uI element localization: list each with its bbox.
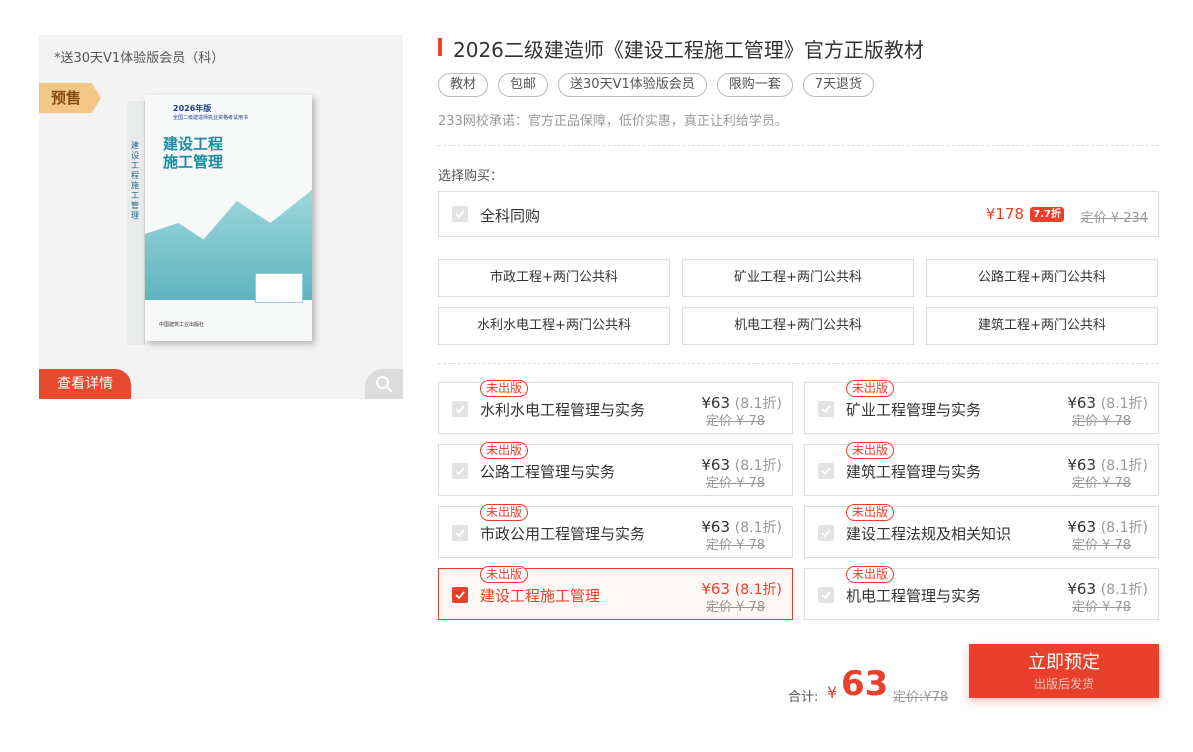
combo-option[interactable]: 公路工程+两门公共科 (926, 259, 1158, 297)
unpublished-badge: 未出版 (846, 442, 895, 459)
view-details-button[interactable]: 查看详情 (39, 369, 131, 399)
book-year: 2026年版 (173, 104, 212, 113)
subject-option[interactable]: 未出版 建设工程法规及相关知识 ¥63 (8.1折) 定价 ¥ 78 (804, 504, 1159, 558)
check-icon (455, 591, 465, 600)
book-title-line2: 施工管理 (163, 153, 224, 171)
combo-option[interactable]: 市政工程+两门公共科 (438, 259, 670, 297)
total-currency: ¥ (827, 683, 838, 702)
promo-note: *送30天V1体验版会员（科） (54, 51, 225, 66)
subject-option-selected[interactable]: 未出版 建设工程施工管理 ¥63 (8.1折) 定价 ¥ 78 (438, 566, 793, 620)
subject-option[interactable]: 未出版 市政公用工程管理与实务 ¥63 (8.1折) 定价 ¥ 78 (438, 504, 793, 558)
combo-option[interactable]: 建筑工程+两门公共科 (926, 307, 1158, 345)
book-title-line1: 建设工程 (163, 135, 224, 153)
title-accent-bar (438, 38, 442, 56)
product-image-panel: *送30天V1体验版会员（科） 预售 建设工程施工管理 2026年版 全国二级建… (39, 35, 403, 399)
tag: 7天退货 (802, 73, 875, 97)
full-set-option[interactable]: 全科同购 ¥178 7.7折 定价 ¥ 234 (438, 191, 1159, 237)
tag: 限购一套 (716, 73, 793, 97)
full-set-discount-badge: 7.7折 (1030, 207, 1064, 222)
book-title: 建设工程 施工管理 (163, 135, 223, 171)
tag: 包邮 (498, 73, 549, 97)
divider (438, 145, 1159, 146)
book-spine-text: 建设工程施工管理 (131, 141, 139, 220)
total-price: 63 (841, 664, 889, 704)
subject-name: 建设工程法规及相关知识 (846, 525, 1012, 543)
subject-options: 未出版 水利水电工程管理与实务 ¥63 (8.1折) 定价 ¥ 78 未出版 矿… (438, 380, 1159, 620)
unpublished-badge: 未出版 (480, 504, 529, 521)
book-publisher: 中国建筑工业出版社 (159, 322, 205, 328)
subject-name: 水利水电工程管理与实务 (480, 401, 646, 419)
full-set-original-price: 定价 ¥ 234 (1080, 211, 1148, 226)
unpublished-badge: 未出版 (480, 380, 529, 397)
subject-name: 建设工程施工管理 (480, 587, 601, 605)
tag: 送30天V1体验版会员 (558, 73, 707, 97)
promise-text: 233网校承诺：官方正品保障，低价实惠，真正让利给学员。 (438, 114, 788, 129)
subject-original-price: 定价 ¥ 78 (1072, 414, 1132, 429)
subject-name: 市政公用工程管理与实务 (480, 525, 646, 543)
zoom-button[interactable] (365, 369, 403, 399)
book-front-cover: 2026年版 全国二级建造师执业资格考试用书 建设工程 施工管理 中国建筑工业出… (145, 95, 312, 341)
subject-checkbox[interactable] (452, 401, 468, 417)
subject-original-price: 定价 ¥ 78 (706, 600, 766, 615)
total-original-price: 定价:¥78 (893, 690, 949, 705)
subject-option[interactable]: 未出版 公路工程管理与实务 ¥63 (8.1折) 定价 ¥ 78 (438, 442, 793, 496)
product-tags: 教材 包邮 送30天V1体验版会员 限购一套 7天退货 (438, 73, 875, 97)
subject-checkbox-checked[interactable] (452, 587, 468, 603)
book-series: 全国二级建造师执业资格考试用书 (173, 115, 249, 121)
check-icon (821, 529, 831, 538)
subject-original-price: 定价 ¥ 78 (1072, 600, 1132, 615)
check-icon (821, 405, 831, 414)
combo-option[interactable]: 矿业工程+两门公共科 (682, 259, 914, 297)
book-spine: 建设工程施工管理 (127, 101, 145, 345)
check-icon (821, 467, 831, 476)
subject-option[interactable]: 未出版 矿业工程管理与实务 ¥63 (8.1折) 定价 ¥ 78 (804, 380, 1159, 434)
unpublished-badge: 未出版 (480, 566, 529, 583)
check-icon (821, 591, 831, 600)
subject-checkbox[interactable] (452, 525, 468, 541)
book-cover-image: 建设工程施工管理 2026年版 全国二级建造师执业资格考试用书 建设工程 施工管… (127, 95, 312, 345)
subject-name: 公路工程管理与实务 (480, 463, 616, 481)
choose-label: 选择购买： (438, 169, 504, 184)
full-set-checkbox[interactable] (452, 206, 468, 222)
subject-original-price: 定价 ¥ 78 (1072, 538, 1132, 553)
subject-original-price: 定价 ¥ 78 (706, 538, 766, 553)
preorder-button[interactable]: 立即预定 出版后发货 (969, 644, 1159, 698)
book-qr-sticker (255, 273, 303, 303)
unpublished-badge: 未出版 (846, 380, 895, 397)
full-set-price: ¥178 (985, 205, 1024, 223)
subject-option[interactable]: 未出版 机电工程管理与实务 ¥63 (8.1折) 定价 ¥ 78 (804, 566, 1159, 620)
subject-original-price: 定价 ¥ 78 (706, 414, 766, 429)
preorder-button-sublabel: 出版后发货 (1033, 677, 1094, 691)
unpublished-badge: 未出版 (846, 566, 895, 583)
subject-name: 建筑工程管理与实务 (846, 463, 982, 481)
divider (438, 363, 1159, 364)
tag: 教材 (438, 73, 489, 97)
unpublished-badge: 未出版 (846, 504, 895, 521)
subject-name: 矿业工程管理与实务 (846, 401, 982, 419)
search-icon (376, 376, 393, 393)
subject-checkbox[interactable] (818, 525, 834, 541)
subject-checkbox[interactable] (452, 463, 468, 479)
check-icon (455, 529, 465, 538)
subject-checkbox[interactable] (818, 401, 834, 417)
check-icon (455, 405, 465, 414)
subject-option[interactable]: 未出版 建筑工程管理与实务 ¥63 (8.1折) 定价 ¥ 78 (804, 442, 1159, 496)
product-title: 2026二级建造师《建设工程施工管理》官方正版教材 (453, 38, 924, 62)
total-label: 合计: (788, 690, 819, 705)
check-icon (455, 467, 465, 476)
check-icon (455, 210, 465, 219)
combo-option[interactable]: 水利水电工程+两门公共科 (438, 307, 670, 345)
subject-option[interactable]: 未出版 水利水电工程管理与实务 ¥63 (8.1折) 定价 ¥ 78 (438, 380, 793, 434)
subject-original-price: 定价 ¥ 78 (1072, 476, 1132, 491)
subject-checkbox[interactable] (818, 587, 834, 603)
subject-name: 机电工程管理与实务 (846, 587, 982, 605)
combo-options: 市政工程+两门公共科 矿业工程+两门公共科 公路工程+两门公共科 水利水电工程+… (438, 259, 1159, 345)
combo-option[interactable]: 机电工程+两门公共科 (682, 307, 914, 345)
subject-original-price: 定价 ¥ 78 (706, 476, 766, 491)
unpublished-badge: 未出版 (480, 442, 529, 459)
preorder-button-label: 立即预定 (1028, 652, 1100, 673)
subject-checkbox[interactable] (818, 463, 834, 479)
full-set-label: 全科同购 (480, 207, 541, 225)
presale-tag: 预售 (39, 83, 101, 113)
